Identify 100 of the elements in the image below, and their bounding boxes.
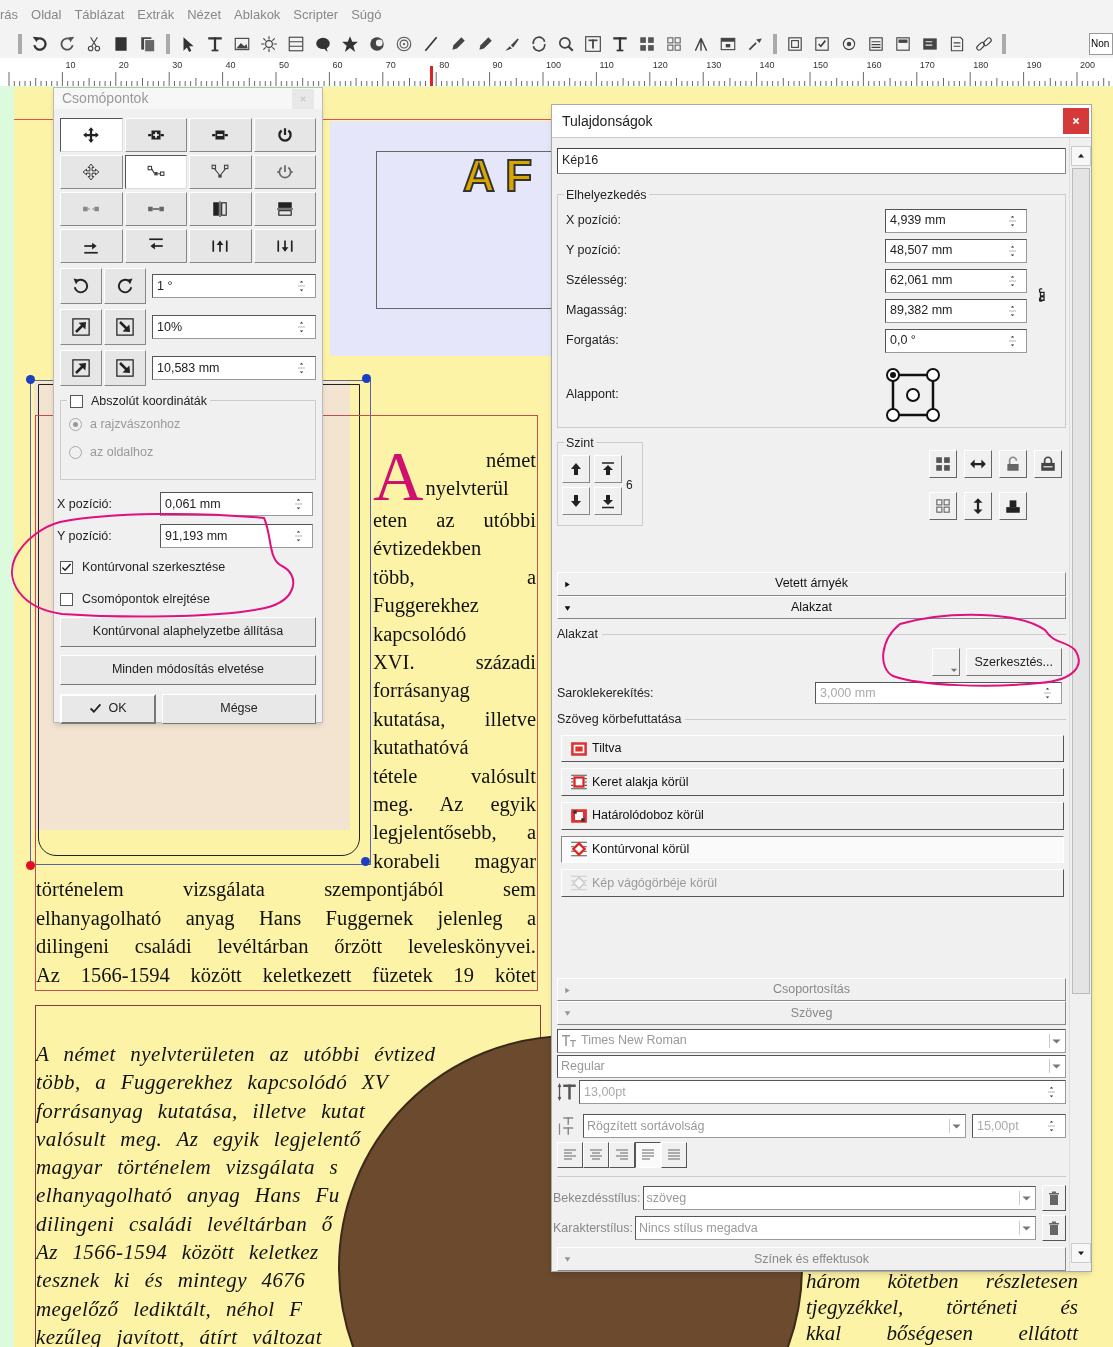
tool-button[interactable] <box>60 118 123 152</box>
spin-field[interactable]: 48,507 mm <box>885 238 1027 263</box>
combo-box-icon[interactable] <box>894 35 912 53</box>
arrow-up-icon <box>568 461 584 478</box>
image-frame-icon[interactable] <box>233 35 251 53</box>
rotate-icon[interactable] <box>530 35 548 53</box>
caret-icon[interactable] <box>1049 1033 1063 1048</box>
level-button[interactable] <box>594 455 622 484</box>
reference-point[interactable] <box>926 367 940 382</box>
checkbox-icon[interactable] <box>813 35 831 53</box>
field-label: Y pozíció: <box>57 527 113 545</box>
text-line: történelem vizsgálata szempontjából sem <box>36 877 536 903</box>
paste-icon[interactable] <box>139 35 157 53</box>
checkbox[interactable] <box>60 560 73 574</box>
cancel-button[interactable]: Mégse <box>162 693 316 724</box>
tripod-icon[interactable] <box>692 35 710 53</box>
eyedropper-icon[interactable] <box>746 35 764 53</box>
text-line: három kötetben részletesen <box>806 1268 1078 1294</box>
dropdown-button[interactable] <box>931 648 960 677</box>
text-tool-icon[interactable] <box>611 35 629 53</box>
redo-icon[interactable] <box>58 35 76 53</box>
wrap-option-button[interactable]: Kontúrvonal körül <box>561 835 1064 864</box>
scroll-up-button[interactable] <box>1070 146 1091 166</box>
spin-field[interactable]: 91,193 mm <box>160 524 313 548</box>
grid-icon[interactable] <box>638 35 656 53</box>
frame-icon[interactable] <box>786 35 804 53</box>
pen-icon[interactable] <box>449 35 467 53</box>
spin-field[interactable]: 4,939 mm <box>885 208 1027 233</box>
spin-field[interactable]: 62,061 mm <box>885 268 1027 293</box>
reference-point[interactable] <box>886 407 900 422</box>
list-box-icon[interactable] <box>921 35 939 53</box>
wrap-option-button[interactable]: Tiltva <box>561 734 1064 763</box>
spin-field[interactable]: 10% <box>152 315 316 339</box>
delete-button[interactable] <box>1042 1185 1066 1212</box>
scrollbar-thumb[interactable] <box>1071 168 1090 994</box>
speech-bubble-icon[interactable] <box>314 35 332 53</box>
spin-field[interactable]: 10,583 mm <box>152 356 316 380</box>
text-line: dilingeni családi levéltárban ő <box>36 1210 333 1238</box>
text-frame-icon[interactable] <box>584 35 602 53</box>
reference-point[interactable] <box>906 387 920 402</box>
font-field[interactable]: Non <box>1089 33 1113 55</box>
radio-icon[interactable] <box>840 35 858 53</box>
selection-handle[interactable] <box>361 857 370 866</box>
close-button[interactable] <box>1063 108 1089 134</box>
text-line: tétele valósult <box>373 763 536 789</box>
grid-icon[interactable] <box>665 35 683 53</box>
caret-icon[interactable] <box>949 1119 963 1134</box>
sun-icon[interactable] <box>260 35 278 53</box>
reference-point-widget[interactable] <box>884 366 942 423</box>
star-icon[interactable] <box>341 35 359 53</box>
pen-icon[interactable] <box>476 35 494 53</box>
level-button[interactable] <box>594 487 622 516</box>
selection-handle[interactable] <box>362 374 371 383</box>
selection-handle[interactable] <box>26 375 35 384</box>
section-header[interactable]: Alakzat <box>557 595 1066 620</box>
line-icon[interactable] <box>422 35 440 53</box>
edit-button[interactable]: Szerkesztés... <box>965 648 1062 677</box>
text-tool-icon[interactable] <box>206 35 224 53</box>
action-button[interactable]: Kontúrvonal alaphelyzetbe állítása <box>60 616 316 647</box>
window-icon[interactable] <box>719 35 737 53</box>
action-button[interactable]: Minden módosítás elvetése <box>60 654 316 685</box>
delete-button[interactable] <box>1042 1215 1066 1242</box>
scroll-down-button[interactable] <box>1070 1243 1091 1263</box>
caret-icon[interactable] <box>1019 1191 1033 1206</box>
caret-icon[interactable] <box>1049 1059 1063 1074</box>
section-header[interactable]: Vetett árnyék <box>557 572 1066 596</box>
undo-icon[interactable] <box>31 35 49 53</box>
list-icon[interactable] <box>867 35 885 53</box>
spiral-icon[interactable] <box>395 35 413 53</box>
enlarge-icon <box>71 317 91 337</box>
checkbox[interactable] <box>70 394 83 408</box>
ruler-label: 180 <box>973 59 989 72</box>
copy-icon[interactable] <box>112 35 130 53</box>
zoom-icon[interactable] <box>557 35 575 53</box>
crescent-icon[interactable] <box>368 35 386 53</box>
text-line: elhanyagolható anyag Hans Fu <box>36 1182 340 1210</box>
selection-handle[interactable] <box>26 861 35 870</box>
ok-button[interactable]: OK <box>60 693 156 724</box>
level-button[interactable] <box>562 487 590 516</box>
spin-field[interactable]: 1 ° <box>152 274 316 298</box>
wrap-option-button[interactable]: Keret alakja körül <box>561 768 1064 796</box>
reference-point[interactable] <box>926 407 940 422</box>
spin-field[interactable]: 0,0 ° <box>885 328 1027 353</box>
tool-button[interactable] <box>124 155 187 189</box>
name-field[interactable]: Kép16 <box>557 148 1066 174</box>
scrollbar[interactable] <box>1069 138 1091 1271</box>
mirror-vertical-icon <box>275 200 294 218</box>
spin-field[interactable]: 89,382 mm <box>885 298 1027 323</box>
reference-point[interactable] <box>886 367 900 382</box>
wrap-option-button[interactable]: Határolódoboz körül <box>561 802 1064 830</box>
level-button[interactable] <box>562 455 590 484</box>
ruler-label: 20 <box>118 59 129 72</box>
table-icon[interactable] <box>287 35 305 53</box>
link-icon[interactable] <box>975 35 993 53</box>
caret-icon[interactable] <box>1019 1221 1033 1236</box>
scissors-icon[interactable] <box>85 35 103 53</box>
checkbox[interactable] <box>60 592 73 606</box>
spin-field[interactable]: 0,061 mm <box>160 492 313 516</box>
alignment-button[interactable] <box>635 1142 661 1169</box>
page-icon[interactable] <box>948 35 966 53</box>
